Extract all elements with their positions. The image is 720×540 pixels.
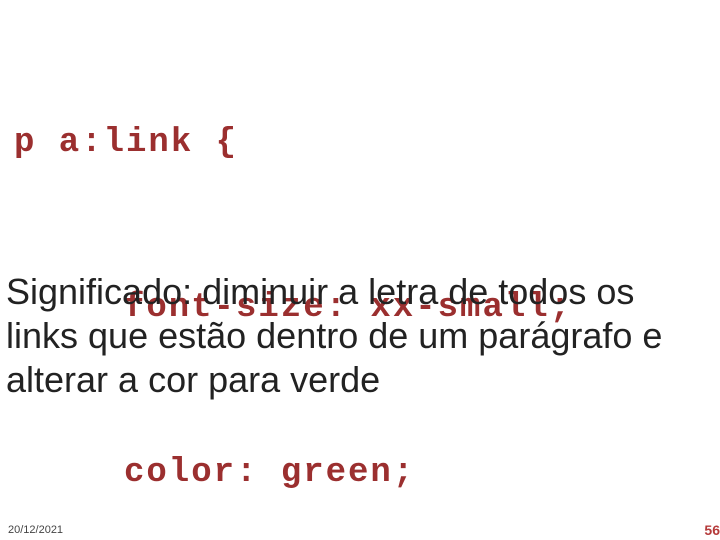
- footer-page-number: 56: [704, 522, 720, 538]
- slide: p a:link { font-size: xx-small; color: g…: [0, 0, 720, 540]
- explanation-text: Significado: diminuir a letra de todos o…: [6, 270, 700, 402]
- code-line-1: p a:link {: [14, 116, 706, 171]
- code-line-3: color: green;: [124, 446, 706, 501]
- footer-date: 20/12/2021: [8, 524, 63, 536]
